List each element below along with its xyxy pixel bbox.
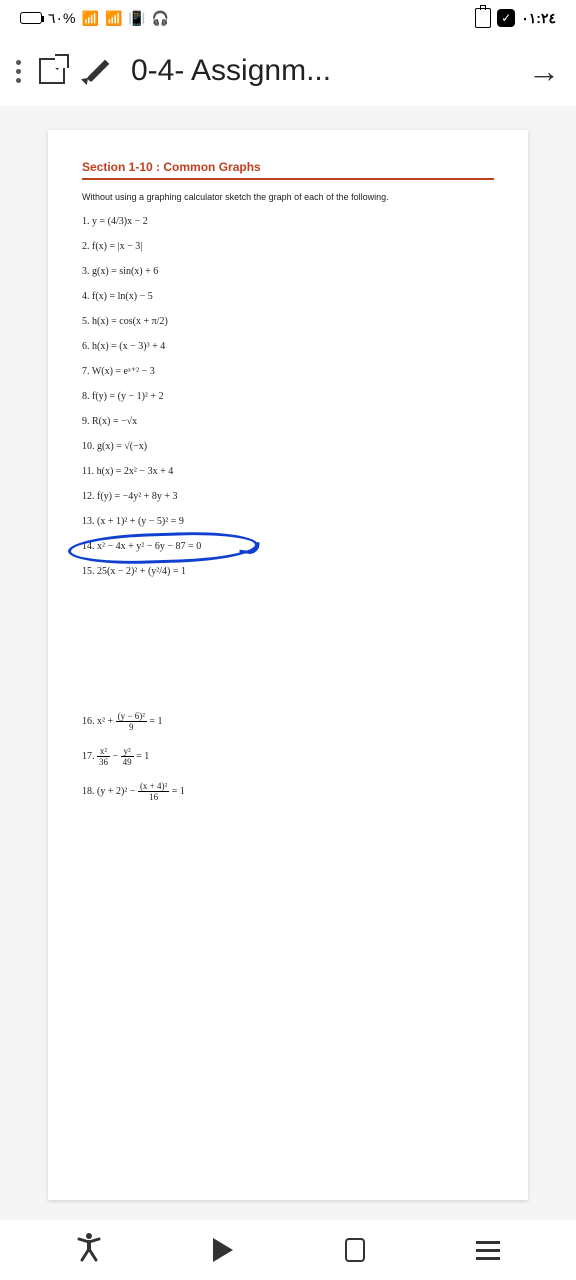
- problem-12: 12. f(y) = −4y² + 8y + 3: [82, 491, 494, 502]
- accessibility-icon[interactable]: [76, 1232, 102, 1269]
- vibrate-icon: 📳: [128, 10, 145, 27]
- section-heading: Section 1-10 : Common Graphs: [82, 160, 494, 180]
- p18b: (x + 4)²: [138, 781, 169, 792]
- problem-11: 11. h(x) = 2x² − 3x + 4: [82, 466, 494, 477]
- more-menu-icon[interactable]: [16, 60, 21, 83]
- back-button[interactable]: [213, 1238, 233, 1262]
- problem-15-text: 15. 25(x − 2)² + (y²/4) = 1: [82, 566, 186, 577]
- app-header: 0-4- Assignm... →: [0, 36, 576, 106]
- open-external-icon[interactable]: [39, 58, 65, 84]
- problem-6: 6. h(x) = (x − 3)³ + 4: [82, 341, 494, 352]
- problem-5a: 5. h(x) = cos: [82, 316, 133, 327]
- p17d: y²: [121, 746, 134, 757]
- check-badge-icon: ✓: [497, 9, 515, 27]
- problem-8: 8. f(y) = (y − 1)² + 2: [82, 391, 494, 402]
- problem-17: 17. x²36 − y²49 = 1: [82, 746, 494, 767]
- battery-icon: [20, 12, 42, 24]
- problem-7: 7. W(x) = eˣ⁺² − 3: [82, 366, 494, 377]
- p16b: (y − 6)²: [116, 711, 147, 722]
- problem-13: 13. (x + 1)² + (y − 5)² = 9: [82, 516, 494, 527]
- p18a: 18. (y + 2)² −: [82, 786, 138, 797]
- problem-9: 9. R(x) = −√x: [82, 416, 494, 427]
- navigation-bar: [0, 1220, 576, 1280]
- problem-16: 16. x² + (y − 6)²9 = 1: [82, 711, 494, 732]
- document-page[interactable]: Section 1-10 : Common Graphs Without usi…: [48, 130, 528, 1200]
- p18c: 16: [138, 792, 169, 802]
- p16d: = 1: [147, 716, 163, 727]
- status-bar: ٦٠% 📶 📶 📳 🎧 ✓ ٠١:٢٤: [0, 0, 576, 36]
- document-title: 0-4- Assignm...: [131, 54, 510, 88]
- p17a: 17.: [82, 751, 97, 762]
- problem-2: 2. f(x) = |x − 3|: [82, 241, 494, 252]
- problem-10: 10. g(x) = √(−x): [82, 441, 494, 452]
- edit-icon[interactable]: [83, 56, 113, 86]
- wifi-icon: 📶: [105, 10, 122, 27]
- status-right: ✓ ٠١:٢٤: [475, 8, 556, 28]
- problem-15: 15. 25(x − 2)² + (y²/4) = 1: [82, 566, 494, 577]
- headphone-icon: 🎧: [152, 10, 169, 27]
- problem-14-circled: 14. x² − 4x + y² − 6y − 87 = 0: [82, 541, 201, 552]
- p17f: = 1: [134, 751, 150, 762]
- signal-icon: 📶: [82, 10, 99, 27]
- problem-1: 1. y = (4/3)x − 2: [82, 216, 494, 227]
- p17e: 49: [121, 757, 134, 767]
- problem-18: 18. (y + 2)² − (x + 4)²16 = 1: [82, 781, 494, 802]
- problem-4: 4. f(x) = ln(x) − 5: [82, 291, 494, 302]
- problem-5: 5. h(x) = cos(x + π/2): [82, 316, 494, 327]
- problem-14: 14. x² − 4x + y² − 6y − 87 = 0: [82, 541, 201, 552]
- p16c: 9: [116, 722, 147, 732]
- forward-arrow-icon[interactable]: →: [528, 53, 560, 90]
- problem-5b: x + π/2: [136, 316, 164, 327]
- recent-apps-button[interactable]: [476, 1241, 500, 1260]
- card-icon: [475, 8, 491, 28]
- p18d: = 1: [169, 786, 185, 797]
- p17c: 36: [97, 757, 110, 767]
- battery-percent: ٦٠%: [48, 10, 76, 27]
- section-intro: Without using a graphing calculator sket…: [82, 192, 494, 202]
- home-button[interactable]: [345, 1238, 365, 1262]
- clock-text: ٠١:٢٤: [521, 10, 556, 27]
- status-left: ٦٠% 📶 📶 📳 🎧: [20, 10, 169, 27]
- p16a: 16. x² +: [82, 716, 116, 727]
- problem-3: 3. g(x) = sin(x) + 6: [82, 266, 494, 277]
- p17b: x²: [97, 746, 110, 757]
